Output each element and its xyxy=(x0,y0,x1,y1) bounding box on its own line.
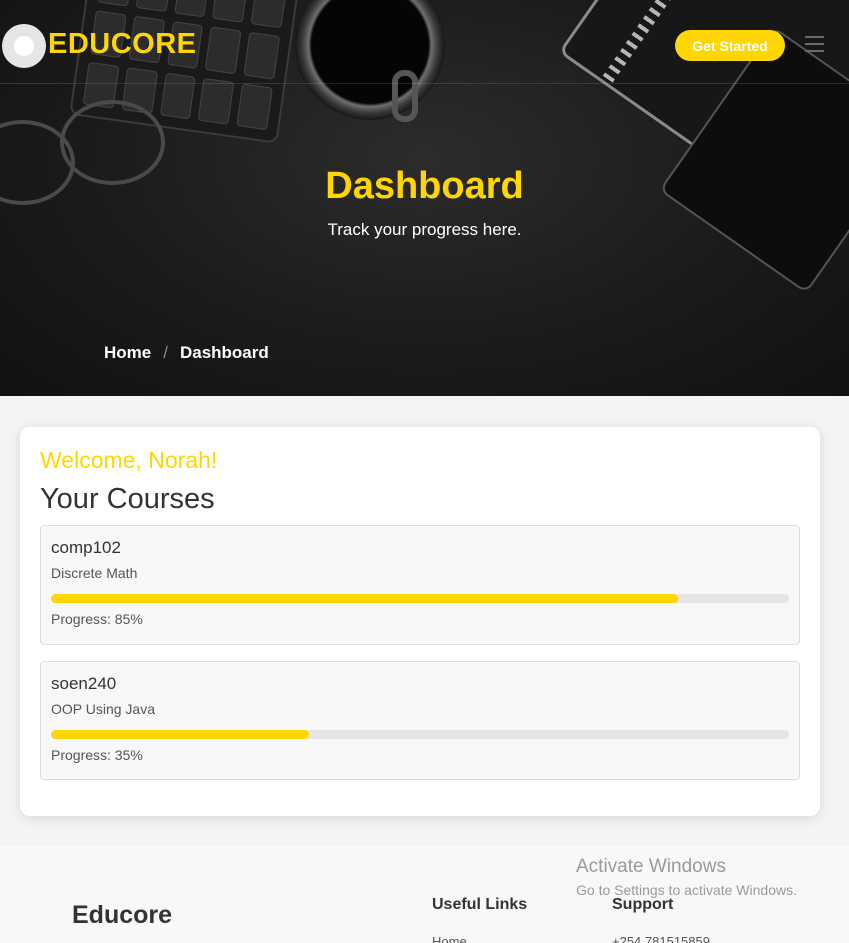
breadcrumb-home-link[interactable]: Home xyxy=(104,343,151,363)
courses-card: Welcome, Norah! Your Courses comp102 Dis… xyxy=(20,427,820,816)
hero-banner: EDUCORE Get Started Dashboard Track your… xyxy=(0,0,849,396)
logo-icon[interactable] xyxy=(2,24,46,68)
footer-brand: Educore xyxy=(72,901,173,929)
progress-text: Progress: 85% xyxy=(51,611,143,627)
watermark-title: Activate Windows xyxy=(576,856,726,877)
footer-link-home[interactable]: Home xyxy=(432,934,467,943)
courses-heading: Your Courses xyxy=(40,483,215,515)
hamburger-icon[interactable] xyxy=(805,36,824,52)
support-heading: Support xyxy=(612,896,674,913)
course-code: comp102 xyxy=(51,538,121,557)
page-subtitle: Track your progress here. xyxy=(327,220,522,239)
breadcrumb-current: Dashboard xyxy=(179,343,269,362)
breadcrumb-separator: / xyxy=(163,343,168,362)
welcome-message: Welcome, Norah! xyxy=(40,447,218,473)
progress-track xyxy=(51,730,789,739)
course-card[interactable]: comp102 Discrete Math Progress: 85% xyxy=(40,525,800,645)
course-name: Discrete Math xyxy=(51,565,138,581)
progress-fill xyxy=(51,594,679,603)
page-title: Dashboard xyxy=(325,165,524,207)
support-phone[interactable]: +254 781515859 xyxy=(612,934,710,943)
breadcrumb: Home / Dashboard xyxy=(104,343,269,363)
brand-logo[interactable]: EDUCORE xyxy=(48,28,197,61)
get-started-button[interactable]: Get Started xyxy=(675,30,785,61)
top-navbar: EDUCORE Get Started xyxy=(0,0,849,84)
progress-track xyxy=(51,594,789,603)
useful-links-heading: Useful Links xyxy=(432,896,528,913)
watermark-subtitle: Go to Settings to activate Windows. xyxy=(576,882,797,898)
course-name: OOP Using Java xyxy=(51,701,156,717)
windows-activation-watermark: Activate Windows Go to Settings to activ… xyxy=(576,856,797,898)
course-card[interactable]: soen240 OOP Using Java Progress: 35% xyxy=(40,661,800,780)
progress-fill xyxy=(51,730,310,739)
progress-text: Progress: 35% xyxy=(51,747,143,763)
course-code: soen240 xyxy=(51,674,117,693)
